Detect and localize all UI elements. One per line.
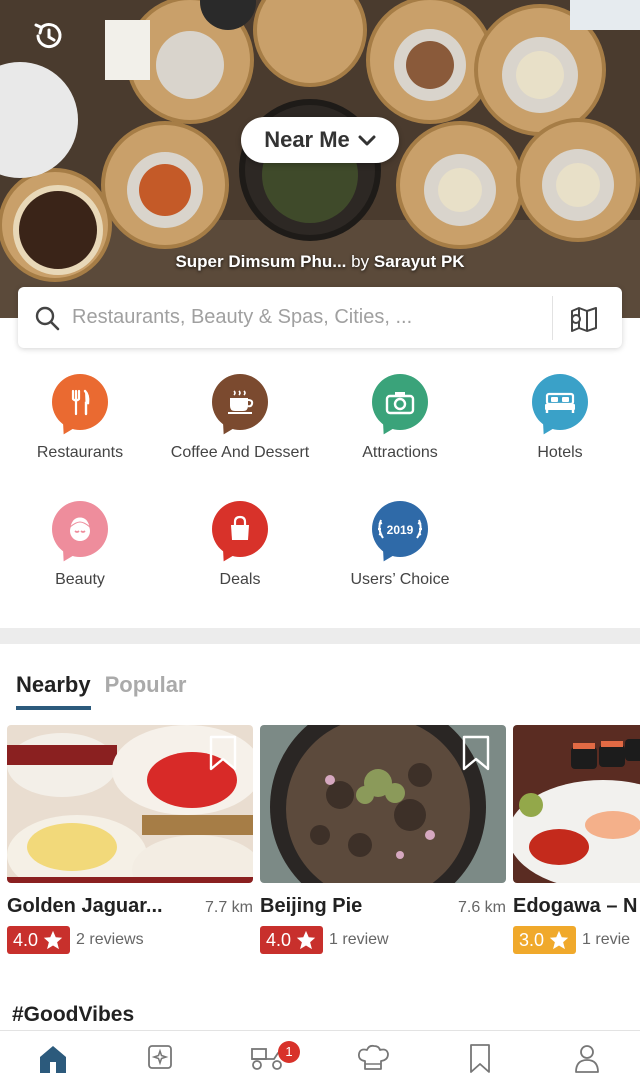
nav-discover[interactable] (140, 1043, 180, 1078)
rating-value: 4.0 (13, 929, 39, 950)
bottom-navigation (0, 1030, 640, 1078)
category-restaurants[interactable]: Restaurants (0, 374, 160, 462)
restaurant-photo (513, 725, 640, 883)
category-beauty[interactable]: Beauty (0, 501, 160, 589)
category-deals[interactable]: Deals (160, 501, 320, 589)
cutlery-icon (52, 374, 108, 430)
category-label: Coffee And Dessert (170, 444, 310, 461)
photo-credit[interactable]: Super Dimsum Phu... by Sarayut PK (0, 252, 640, 272)
restaurant-photo (260, 725, 506, 883)
category-users-choice[interactable]: 2019 Users’ Choice (320, 501, 480, 589)
review-count: 2 reviews (76, 931, 144, 948)
search-icon (35, 306, 60, 330)
award-year: 2019 (387, 523, 414, 537)
chef-hat-icon (357, 1044, 389, 1070)
hero-banner[interactable]: Near Me Super Dimsum Phu... by Sarayut P… (0, 0, 640, 318)
category-label: Beauty (55, 571, 105, 588)
history-button[interactable] (28, 16, 68, 56)
bookmark-icon[interactable] (209, 735, 237, 771)
nav-saved[interactable] (460, 1043, 500, 1078)
profile-icon (575, 1045, 599, 1073)
rating-badge: 3.0 (513, 926, 577, 954)
restaurant-photo (7, 725, 253, 883)
category-hotels[interactable]: Hotels (480, 374, 640, 462)
bookmark-icon[interactable] (462, 735, 490, 771)
category-label: Hotels (537, 444, 583, 461)
rating-value: 3.0 (519, 929, 545, 950)
tab-popular[interactable]: Popular (105, 672, 187, 710)
search-bar (18, 287, 622, 348)
rating-badge: 4.0 (260, 926, 324, 954)
section-divider (0, 628, 640, 644)
section-title: #GoodVibes (12, 1003, 135, 1026)
rating-badge: 4.0 (7, 926, 71, 954)
spa-face-icon (52, 501, 108, 557)
bed-icon (532, 374, 588, 430)
category-attractions[interactable]: Attractions (320, 374, 480, 462)
category-label: Attractions (362, 444, 438, 461)
category-label: Restaurants (36, 444, 124, 461)
coffee-cup-icon (212, 374, 268, 430)
category-coffee-and-dessert[interactable]: Coffee And Dessert (160, 374, 320, 462)
restaurant-card[interactable]: Beijing Pie 7.6 km 4.0 1 review (260, 725, 506, 954)
restaurant-name: Golden Jaguar... (7, 895, 163, 917)
category-label: Deals (219, 571, 261, 588)
discover-icon (148, 1045, 172, 1069)
restaurant-name: Edogawa – N (513, 895, 638, 917)
restaurant-distance: 7.7 km (204, 899, 253, 916)
near-me-label: Near Me (264, 127, 350, 152)
restaurant-distance: 7.6 km (457, 899, 506, 916)
restaurant-card[interactable]: Edogawa – N 3.0 1 revie (513, 725, 640, 954)
laurel-award-icon: 2019 (372, 501, 428, 557)
star-icon (549, 930, 569, 950)
photo-author: Sarayut PK (373, 252, 465, 271)
search-input[interactable] (72, 306, 542, 329)
map-icon (571, 306, 597, 332)
review-count: 1 revie (582, 931, 631, 948)
photo-by: by (351, 252, 370, 271)
photo-title: Super Dimsum Phu... (175, 252, 347, 271)
delivery-badge: 1 (278, 1041, 300, 1063)
tab-nearby[interactable]: Nearby (16, 672, 91, 710)
chevron-down-icon (358, 135, 376, 146)
nav-home[interactable] (33, 1043, 73, 1078)
nav-recipes[interactable] (353, 1043, 393, 1078)
near-me-dropdown[interactable]: Near Me (241, 117, 399, 163)
star-icon (43, 930, 63, 950)
restaurant-name: Beijing Pie (260, 895, 363, 917)
restaurant-card[interactable]: Golden Jaguar... 7.7 km 4.0 2 reviews (7, 725, 253, 954)
history-icon (34, 23, 62, 49)
nav-profile[interactable] (567, 1043, 607, 1078)
star-icon (296, 930, 316, 950)
camera-icon (372, 374, 428, 430)
review-count: 1 review (329, 931, 389, 948)
rating-value: 4.0 (266, 929, 292, 950)
shopping-bag-icon (212, 501, 268, 557)
category-label: Users’ Choice (350, 571, 450, 588)
bookmark-icon (470, 1044, 490, 1073)
home-icon (40, 1046, 66, 1073)
map-view-button[interactable] (553, 287, 615, 348)
feed-tabs: Nearby Popular (16, 672, 187, 710)
